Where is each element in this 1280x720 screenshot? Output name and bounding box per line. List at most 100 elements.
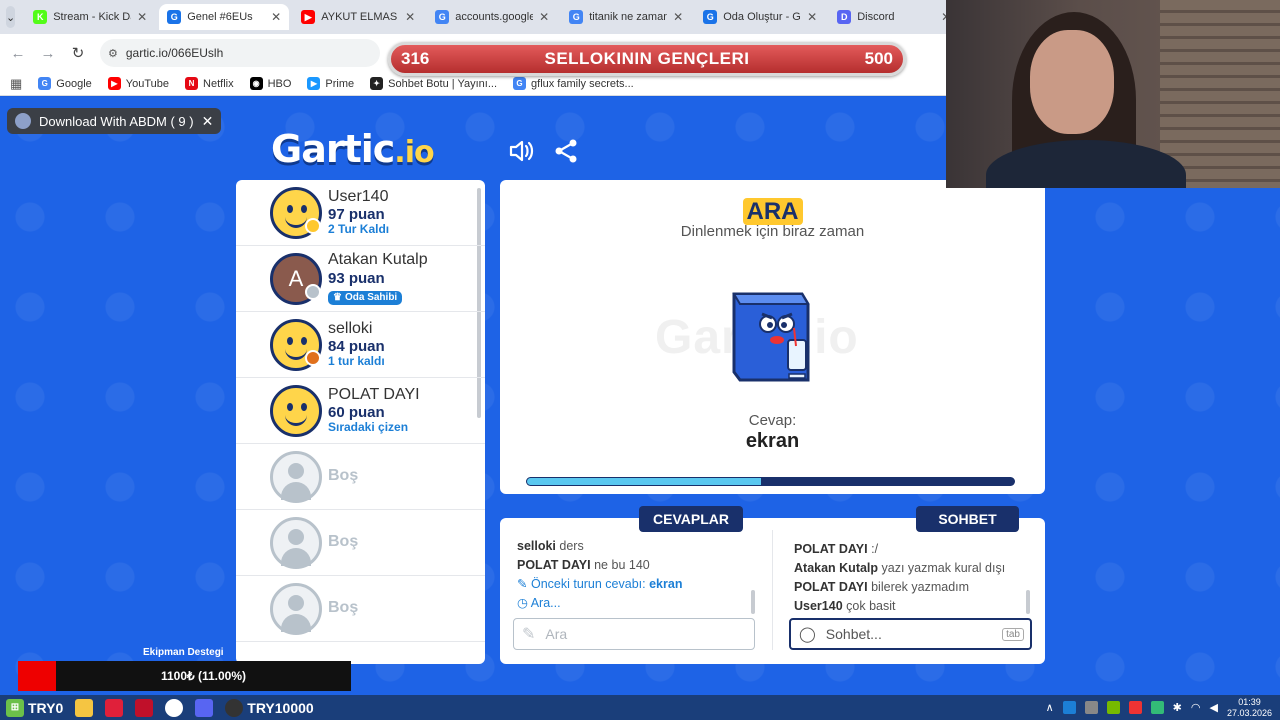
chat-input[interactable]: ◯ Sohbet... tab: [789, 618, 1032, 650]
forward-arrow-icon[interactable]: →: [40, 45, 56, 62]
bookmark-item[interactable]: ◉ HBO: [249, 77, 292, 90]
searching-line: ◷ Ara...: [517, 594, 762, 613]
gartic-logo: Gartic.io: [271, 127, 435, 171]
tray-app-icon[interactable]: [1128, 701, 1142, 714]
answers-scrollbar[interactable]: [751, 590, 755, 614]
chat-message: POLAT DAYI bilerek yazmadım: [794, 578, 1034, 597]
panel-divider: [772, 530, 773, 650]
tab-title: Genel #6EUs: [187, 11, 253, 23]
bookmark-label: Sohbet Botu | Yayını...: [388, 77, 498, 90]
bookmark-label: Google: [56, 77, 92, 90]
bookmark-label: HBO: [267, 77, 292, 90]
bluetooth-icon[interactable]: ✱: [1173, 701, 1182, 714]
donation-progress-fill: [18, 661, 56, 691]
wifi-icon[interactable]: ◠: [1191, 701, 1201, 714]
chat-message: POLAT DAYI :/: [794, 540, 1034, 559]
bookmark-item[interactable]: ▶ Prime: [307, 77, 354, 90]
bookmark-label: Prime: [325, 77, 355, 90]
apps-grid-icon[interactable]: ▦: [10, 76, 22, 92]
tab-favicon-icon: ▶: [301, 10, 316, 24]
pencil-icon: ✎: [522, 626, 536, 643]
browser-tab[interactable]: D Discord ✕: [829, 4, 959, 30]
avatar: [270, 384, 322, 437]
bookmark-favicon-icon: ▶: [307, 77, 321, 90]
answers-tab[interactable]: CEVAPLAR: [639, 506, 743, 532]
start-button[interactable]: ⊞ TRY0: [0, 695, 69, 720]
obs-app-button[interactable]: TRY10000: [219, 695, 319, 720]
logo-suffix: .io: [394, 135, 434, 170]
share-icon[interactable]: [552, 137, 580, 165]
file-explorer-icon[interactable]: [75, 698, 94, 717]
site-info-icon[interactable]: ⚙: [108, 47, 118, 60]
chrome-icon[interactable]: [165, 698, 184, 717]
message-user: POLAT DAYI: [517, 558, 591, 572]
nvidia-icon[interactable]: [1106, 701, 1120, 714]
player-points: 97 puan: [328, 206, 385, 224]
player-name: POLAT DAYI: [328, 385, 420, 403]
player-status-dot: [305, 349, 321, 366]
url-input[interactable]: ⚙ gartic.io/066EUslh: [100, 39, 380, 67]
game-canvas: ARA Dinlenmek için biraz zaman Gartic.io…: [500, 180, 1045, 494]
player-status-dot: [305, 283, 321, 300]
url-text: gartic.io/066EUslh: [125, 46, 224, 60]
taskbar-clock[interactable]: 01:39 27.03.2026: [1227, 697, 1272, 719]
discord-icon[interactable]: [195, 698, 214, 717]
browser-tab[interactable]: K Stream - Kick Da ✕: [25, 4, 155, 30]
tab-close-icon[interactable]: ✕: [807, 10, 817, 24]
player-points: 84 puan: [328, 338, 385, 356]
pencil-icon: ✎: [517, 577, 528, 591]
answer-word: ekran: [745, 430, 800, 452]
close-icon[interactable]: ✕: [202, 113, 214, 130]
volume-icon[interactable]: ◀: [1209, 701, 1217, 714]
tray-app-icon[interactable]: [1150, 701, 1164, 714]
speaker-icon[interactable]: [508, 137, 536, 165]
player-points: 93 puan: [328, 269, 385, 287]
previous-answer-label: Önceki turun cevabı:: [530, 577, 646, 591]
bookmark-item[interactable]: G Google: [38, 77, 92, 90]
message-user: Atakan Kutalp: [794, 561, 879, 575]
tab-close-icon[interactable]: ✕: [405, 10, 415, 24]
answer-input[interactable]: ✎ Ara: [513, 618, 755, 650]
bookmark-item[interactable]: N Netflix: [185, 77, 234, 90]
store-app-icon[interactable]: [105, 698, 124, 717]
previous-answer-word: ekran: [649, 577, 683, 591]
browser-tab[interactable]: G Genel #6EUs ✕: [159, 4, 290, 30]
game-app-icon[interactable]: [135, 698, 154, 717]
player-name: Atakan Kutalp: [328, 251, 428, 269]
tab-search-chevron-icon[interactable]: ⌄: [6, 6, 16, 28]
tray-app-icon[interactable]: [1062, 701, 1076, 714]
reload-icon[interactable]: ↻: [70, 44, 86, 62]
empty-player-slot[interactable]: Boş: [236, 576, 485, 642]
player-row[interactable]: User140 97 puan 2 Tur Kaldı: [236, 180, 485, 246]
player-row[interactable]: A Atakan Kutalp 93 puan ♛ Oda Sahibi: [236, 246, 485, 312]
bookmark-item[interactable]: ✦ Sohbet Botu | Yayını...: [370, 77, 497, 90]
tab-close-icon[interactable]: ✕: [271, 10, 281, 24]
round-status: ARA: [500, 198, 1045, 226]
chat-tab[interactable]: SOHBET: [916, 506, 1019, 532]
start-label: TRY0: [28, 699, 64, 716]
abdm-download-button[interactable]: Download With ABDM ( 9 ) ✕: [7, 108, 222, 134]
player-row[interactable]: selloki 84 puan 1 tur kaldı: [236, 312, 485, 378]
empty-player-slot[interactable]: Boş: [236, 510, 485, 576]
browser-tab[interactable]: G accounts.google ✕: [427, 4, 557, 30]
tab-close-icon[interactable]: ✕: [673, 10, 683, 24]
bookmark-item[interactable]: ▶ YouTube: [107, 77, 169, 90]
obs-icon: [225, 698, 244, 717]
bookmark-list: G Google ▶ YouTube N Netflix ◉ HBO ▶ Prime ✦ …: [38, 77, 634, 90]
empty-player-slot[interactable]: Boş: [236, 444, 485, 510]
tab-close-icon[interactable]: ✕: [539, 10, 549, 24]
clock-time: 01:39: [1238, 696, 1261, 707]
start-flag-icon: ⊞: [6, 698, 24, 717]
browser-tab[interactable]: ▶ AYKUT ELMAS H ✕: [293, 4, 423, 30]
player-row[interactable]: POLAT DAYI 60 puan Sıradaki çizen: [236, 378, 485, 444]
tab-favicon-icon: G: [167, 10, 182, 24]
browser-tab[interactable]: G titanik ne zaman ✕: [561, 4, 691, 30]
back-arrow-icon[interactable]: ←: [10, 45, 26, 62]
tab-close-icon[interactable]: ✕: [137, 10, 147, 24]
browser-tab[interactable]: G Oda Oluştur - Ga ✕: [695, 4, 825, 30]
tray-chevron-icon[interactable]: ∧: [1046, 701, 1054, 714]
donation-goal-bar: 1100₺ (11.00%): [18, 661, 351, 691]
chat-scrollbar[interactable]: [1026, 590, 1030, 614]
bookmark-item[interactable]: G gflux family secrets...: [513, 77, 634, 90]
tray-app-icon[interactable]: [1084, 701, 1098, 714]
